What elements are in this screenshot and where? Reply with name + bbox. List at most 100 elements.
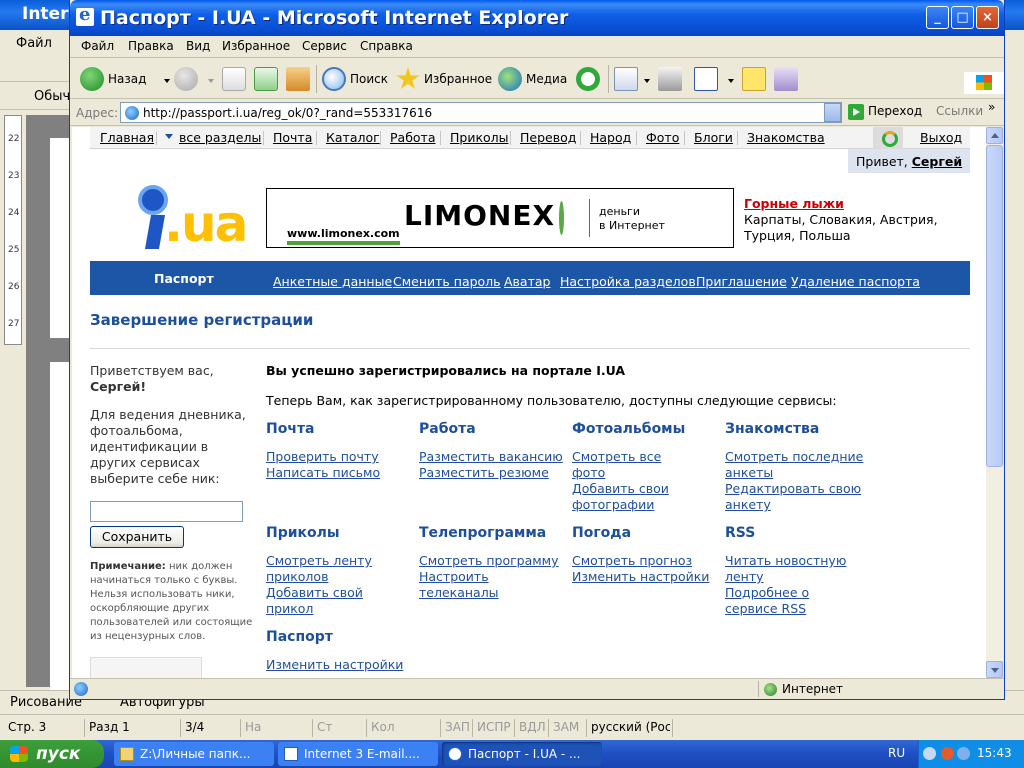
links-chevron[interactable]: »: [988, 100, 995, 114]
ad-banner[interactable]: www.limonex.com LIMONEX деньги в Интерне…: [266, 188, 734, 248]
taskbar-item-folder[interactable]: Z:\Личные папк...: [114, 742, 274, 766]
menu-edit[interactable]: Правка: [128, 39, 174, 53]
discuss-button[interactable]: [742, 65, 768, 93]
service-link[interactable]: Проверить почту: [266, 449, 416, 465]
service-link[interactable]: Смотреть программу: [419, 553, 569, 569]
service-link[interactable]: Читать новостную ленту: [725, 553, 865, 585]
status-ovr[interactable]: ЗАМ: [548, 719, 584, 737]
nav-all-sections[interactable]: все разделы: [179, 130, 261, 145]
history-button[interactable]: [576, 65, 602, 93]
nav-jokes[interactable]: Приколы: [450, 130, 509, 145]
service-link[interactable]: Подробнее о сервисе RSS: [725, 585, 865, 617]
nav-home[interactable]: Главная: [100, 130, 154, 145]
nav-dating[interactable]: Знакомства: [747, 130, 825, 145]
section-link-sections[interactable]: Настройка разделов: [560, 274, 696, 289]
chevron-down-icon[interactable]: [164, 79, 170, 83]
back-button[interactable]: Назад: [80, 65, 170, 93]
service-link[interactable]: Настроить телеканалы: [419, 569, 569, 601]
monitor-icon[interactable]: [957, 747, 970, 760]
word-page[interactable]: [50, 362, 70, 692]
nav-catalog[interactable]: Каталог: [326, 130, 380, 145]
language-indicator[interactable]: RU: [888, 746, 905, 760]
service-link[interactable]: Смотреть ленту приколов: [266, 553, 406, 585]
stop-button[interactable]: [222, 65, 246, 93]
menu-favorites[interactable]: Избранное: [222, 39, 290, 53]
home-button[interactable]: [286, 65, 312, 93]
service-link[interactable]: Смотреть последние анкеты: [725, 449, 865, 481]
taskbar-item-word[interactable]: Internet 3 E-mail....: [278, 742, 438, 766]
status-trk[interactable]: ИСПР: [472, 719, 514, 737]
search-button[interactable]: Поиск: [322, 65, 390, 93]
refresh-icon[interactable]: [873, 127, 903, 149]
scroll-down-button[interactable]: [986, 661, 1003, 678]
maximize-button[interactable]: □: [951, 6, 974, 29]
favorites-button[interactable]: Избранное: [396, 65, 492, 93]
service-link[interactable]: Разместить резюме: [419, 465, 569, 481]
chevron-down-icon[interactable]: [728, 79, 734, 83]
clock[interactable]: 15:43: [977, 746, 1012, 760]
refresh-button[interactable]: [254, 65, 278, 93]
scroll-up-button[interactable]: [986, 127, 1003, 144]
service-link[interactable]: Смотреть прогноз: [572, 553, 722, 569]
logout-link[interactable]: Выход: [920, 130, 962, 145]
service-link[interactable]: Написать письмо: [266, 465, 416, 481]
section-link-delete[interactable]: Удаление паспорта: [791, 274, 920, 289]
nav-narod[interactable]: Народ: [590, 130, 631, 145]
links-label[interactable]: Ссылки: [936, 104, 983, 118]
service-link[interactable]: Изменить настройки: [572, 569, 722, 585]
page-scrollbar[interactable]: [986, 127, 1003, 678]
section-link-invite[interactable]: Приглашение: [696, 274, 787, 289]
taskbar-item-ie[interactable]: Паспорт - I.UA - ...: [442, 742, 602, 766]
nav-blogs[interactable]: Блоги: [694, 130, 733, 145]
section-link-profile[interactable]: Анкетные данные: [273, 274, 392, 289]
spelling-icon[interactable]: [672, 719, 728, 737]
forward-button[interactable]: [174, 65, 214, 93]
network-icon[interactable]: [941, 747, 954, 760]
mail-button[interactable]: [614, 65, 650, 93]
word-menu-file[interactable]: Файл: [16, 36, 52, 51]
print-button[interactable]: [658, 65, 684, 93]
section-link-avatar[interactable]: Аватар: [504, 274, 550, 289]
service-link[interactable]: Смотреть все фото: [572, 449, 697, 481]
chevron-down-icon[interactable]: [644, 79, 650, 83]
service-link[interactable]: Добавить свои фотографии: [572, 481, 697, 513]
greeting-user-link[interactable]: Сергей: [912, 154, 962, 169]
word-scrollbar[interactable]: [1005, 30, 1024, 690]
nick-input[interactable]: [90, 501, 243, 522]
service-link[interactable]: Разместить вакансию: [419, 449, 569, 465]
word-style-box[interactable]: Обыч: [34, 89, 70, 104]
site-logo[interactable]: .ua: [138, 185, 248, 253]
research-button[interactable]: [774, 65, 800, 93]
section-link-password[interactable]: Сменить пароль: [393, 274, 501, 289]
menu-tools[interactable]: Сервис: [302, 39, 347, 53]
security-zone[interactable]: Интернет: [764, 682, 843, 696]
edit-button[interactable]: [694, 65, 734, 93]
chevron-down-icon[interactable]: [824, 103, 841, 122]
go-button[interactable]: Переход: [848, 104, 922, 120]
status-rec[interactable]: ЗАП: [440, 719, 472, 737]
menu-view[interactable]: Вид: [186, 39, 210, 53]
back-arrow-icon: [80, 67, 104, 91]
chevron-down-icon[interactable]: [165, 134, 173, 139]
word-page[interactable]: [50, 138, 70, 338]
nav-mail[interactable]: Почта: [273, 130, 312, 145]
save-button[interactable]: Сохранить: [90, 526, 184, 548]
address-input[interactable]: http://passport.i.ua/reg_ok/0?_rand=5533…: [120, 102, 842, 123]
menu-file[interactable]: Файл: [81, 39, 114, 53]
back-arrow-icon[interactable]: [923, 747, 936, 760]
start-button[interactable]: пуск: [0, 740, 104, 768]
service-link[interactable]: Изменить настройки: [266, 657, 416, 673]
media-button[interactable]: Медиа: [498, 65, 568, 93]
ie-title-bar[interactable]: Паспорт - I.UA - Microsoft Internet Expl…: [70, 0, 1004, 36]
nav-jobs[interactable]: Работа: [390, 130, 436, 145]
service-link[interactable]: Добавить свой прикол: [266, 585, 406, 617]
minimize-button[interactable]: _: [926, 6, 949, 29]
status-ext[interactable]: ВДЛ: [514, 719, 548, 737]
scroll-thumb[interactable]: [986, 145, 1003, 467]
nav-translate[interactable]: Перевод: [520, 130, 576, 145]
menu-help[interactable]: Справка: [360, 39, 413, 53]
nav-photo[interactable]: Фото: [646, 130, 679, 145]
close-button[interactable]: ×: [976, 6, 999, 29]
promo-link[interactable]: Горные лыжи: [744, 196, 844, 211]
service-link[interactable]: Редактировать свою анкету: [725, 481, 865, 513]
